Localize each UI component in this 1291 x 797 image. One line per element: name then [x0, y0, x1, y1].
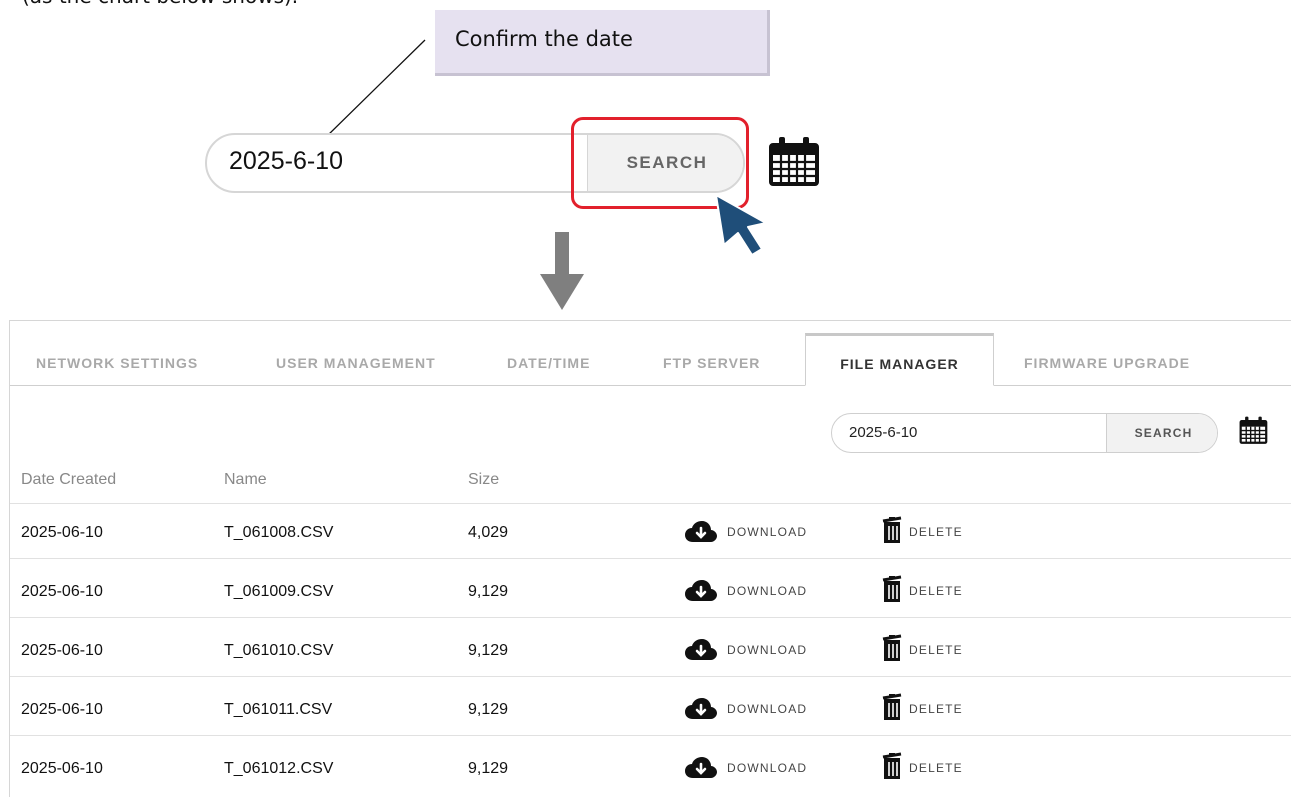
cloud-download-icon[interactable] — [685, 579, 717, 603]
cell-name: T_061009.CSV — [224, 583, 334, 600]
cell-name: T_061011.CSV — [224, 701, 333, 718]
download-link[interactable]: DOWNLOAD — [727, 761, 807, 775]
delete-link[interactable]: DELETE — [909, 761, 963, 775]
trash-icon[interactable] — [882, 693, 904, 721]
cell-size: 9,129 — [468, 701, 509, 718]
trash-icon[interactable] — [882, 516, 904, 544]
cloud-download-icon[interactable] — [685, 697, 717, 721]
delete-link[interactable]: DELETE — [909, 584, 963, 598]
column-header-name[interactable]: Name — [224, 471, 267, 489]
cell-date: 2025-06-10 — [21, 524, 103, 541]
cell-date: 2025-06-10 — [21, 583, 103, 600]
cell-name: T_061012.CSV — [224, 760, 334, 777]
delete-link[interactable]: DELETE — [909, 525, 963, 539]
trash-icon[interactable] — [882, 634, 904, 662]
download-link[interactable]: DOWNLOAD — [727, 584, 807, 598]
calendar-icon[interactable] — [768, 135, 822, 187]
tab-bar: NETWORK SETTINGS USER MANAGEMENT DATE/TI… — [10, 321, 1291, 386]
row-divider — [10, 617, 1291, 618]
download-link[interactable]: DOWNLOAD — [727, 702, 807, 716]
cloud-download-icon[interactable] — [685, 756, 717, 780]
date-search: 2025-6-10 SEARCH — [831, 413, 1218, 453]
column-header-size[interactable]: Size — [468, 471, 499, 489]
cell-date: 2025-06-10 — [21, 701, 103, 718]
callout-text: Confirm the date — [455, 27, 633, 51]
cell-size: 9,129 — [468, 760, 509, 777]
zoomed-date-value[interactable]: 2025-6-10 — [229, 147, 343, 176]
callout-box: Confirm the date — [435, 10, 770, 76]
row-divider — [10, 735, 1291, 736]
row-divider — [10, 558, 1291, 559]
tab-date-time[interactable]: DATE/TIME — [507, 355, 590, 371]
cell-size: 4,029 — [468, 524, 509, 541]
search-button[interactable]: SEARCH — [1106, 414, 1217, 452]
row-divider — [10, 503, 1291, 504]
trash-icon[interactable] — [882, 752, 904, 780]
column-header-date-created[interactable]: Date Created — [21, 471, 116, 489]
cloud-download-icon[interactable] — [685, 638, 717, 662]
tab-file-manager[interactable]: FILE MANAGER — [805, 333, 994, 386]
delete-link[interactable]: DELETE — [909, 702, 963, 716]
trash-icon[interactable] — [882, 575, 904, 603]
tab-ftp-server[interactable]: FTP SERVER — [663, 355, 760, 371]
cell-size: 9,129 — [468, 642, 509, 659]
calendar-icon[interactable] — [1239, 415, 1269, 445]
download-link[interactable]: DOWNLOAD — [727, 643, 807, 657]
cell-date: 2025-06-10 — [21, 760, 103, 777]
down-arrow-icon — [540, 232, 584, 310]
download-link[interactable]: DOWNLOAD — [727, 525, 807, 539]
delete-link[interactable]: DELETE — [909, 643, 963, 657]
cell-date: 2025-06-10 — [21, 642, 103, 659]
tab-user-management[interactable]: USER MANAGEMENT — [276, 355, 436, 371]
date-search-input[interactable]: 2025-6-10 — [849, 424, 917, 441]
cell-name: T_061010.CSV — [224, 642, 334, 659]
cloud-download-icon[interactable] — [685, 520, 717, 544]
file-manager-panel: NETWORK SETTINGS USER MANAGEMENT DATE/TI… — [9, 320, 1291, 797]
tab-network-settings[interactable]: NETWORK SETTINGS — [36, 355, 198, 371]
mouse-pointer-icon — [715, 194, 767, 256]
cell-size: 9,129 — [468, 583, 509, 600]
row-divider — [10, 676, 1291, 677]
tab-firmware-upgrade[interactable]: FIRMWARE UPGRADE — [1024, 355, 1190, 371]
cell-name: T_061008.CSV — [224, 524, 334, 541]
